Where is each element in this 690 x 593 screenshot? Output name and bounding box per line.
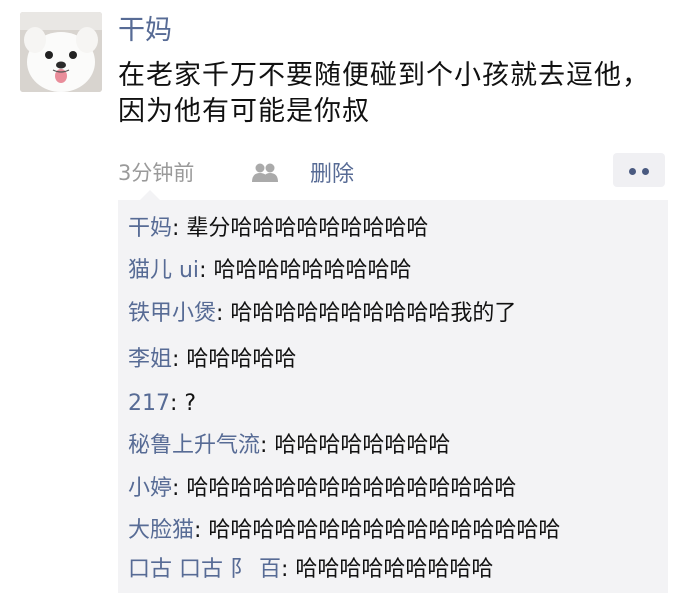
comment-item[interactable]: 大脸猫: 哈哈哈哈哈哈哈哈哈哈哈哈哈哈哈哈 xyxy=(128,516,560,546)
post-text: 在老家千万不要随便碰到个小孩就去逗他，因为他有可能是你叔 xyxy=(118,60,650,127)
comment-text: 哈哈哈哈哈 xyxy=(186,347,297,372)
comment-item[interactable]: 干妈: 辈分哈哈哈哈哈哈哈哈哈 xyxy=(128,214,428,244)
comment-text: 哈哈哈哈哈哈哈哈哈哈哈哈哈哈哈哈 xyxy=(208,518,561,543)
post-meta-row: 3分钟前 删除 xyxy=(118,152,666,192)
comment-author[interactable]: 秘鲁上升气流 xyxy=(128,433,260,458)
comment-separator: : xyxy=(172,347,187,372)
more-dots-icon xyxy=(629,168,636,175)
comment-author[interactable]: 干妈 xyxy=(128,216,172,241)
comment-author[interactable]: 小婷 xyxy=(128,476,172,501)
comment-item[interactable]: 小婷: 哈哈哈哈哈哈哈哈哈哈哈哈哈哈哈 xyxy=(128,474,516,504)
comment-panel: 干妈: 辈分哈哈哈哈哈哈哈哈哈 猫儿 ui: 哈哈哈哈哈哈哈哈哈 铁甲小煲: 哈… xyxy=(118,190,668,593)
comment-separator: : xyxy=(260,433,275,458)
comment-separator: : xyxy=(199,258,214,283)
comment-author[interactable]: 大脸猫 xyxy=(128,518,194,543)
comment-separator: : xyxy=(172,476,187,501)
dog-avatar-image xyxy=(20,12,102,92)
comment-text: 哈哈哈哈哈哈哈哈哈 xyxy=(213,258,412,283)
comment-text: 哈哈哈哈哈哈哈哈哈哈哈哈哈哈哈 xyxy=(186,476,517,501)
post-timestamp: 3分钟前 xyxy=(118,161,195,185)
comment-separator: : xyxy=(216,301,231,326)
comment-text: 哈哈哈哈哈哈哈哈哈哈我的了 xyxy=(230,301,517,326)
comment-author[interactable]: 猫儿 ui xyxy=(128,258,199,283)
comment-text: 辈分哈哈哈哈哈哈哈哈哈 xyxy=(186,216,429,241)
comment-separator: : xyxy=(170,391,185,416)
more-button[interactable] xyxy=(613,153,665,187)
comment-text: ? xyxy=(184,391,197,416)
comment-author[interactable]: 口古 口古 阝 百 xyxy=(128,557,281,582)
avatar[interactable] xyxy=(20,12,102,92)
comment-item[interactable]: 李姐: 哈哈哈哈哈 xyxy=(128,345,296,375)
comment-separator: : xyxy=(194,518,209,543)
comment-separator: : xyxy=(280,557,296,582)
comment-author[interactable]: 李姐 xyxy=(128,347,172,372)
comment-text: 哈哈哈哈哈哈哈哈哈 xyxy=(295,557,494,582)
friends-icon[interactable] xyxy=(251,161,279,183)
comment-item[interactable]: 秘鲁上升气流: 哈哈哈哈哈哈哈哈 xyxy=(128,431,450,461)
comment-item[interactable]: 猫儿 ui: 哈哈哈哈哈哈哈哈哈 xyxy=(128,256,411,286)
comment-separator: : xyxy=(172,216,187,241)
comment-item[interactable]: 口古 口古 阝 百: 哈哈哈哈哈哈哈哈哈 xyxy=(128,555,493,585)
comment-item[interactable]: 217: ? xyxy=(128,389,196,419)
comment-author[interactable]: 217 xyxy=(128,391,170,416)
comment-author[interactable]: 铁甲小煲 xyxy=(128,301,216,326)
comment-text: 哈哈哈哈哈哈哈哈 xyxy=(274,433,451,458)
moments-post: 干妈 在老家千万不要随便碰到个小孩就去逗他，因为他有可能是你叔 3分钟前 删除 … xyxy=(0,0,690,593)
comment-item[interactable]: 铁甲小煲: 哈哈哈哈哈哈哈哈哈哈我的了 xyxy=(128,299,516,329)
post-author-name[interactable]: 干妈 xyxy=(118,14,172,48)
delete-button[interactable]: 删除 xyxy=(310,156,354,188)
more-dots-icon xyxy=(642,168,649,175)
